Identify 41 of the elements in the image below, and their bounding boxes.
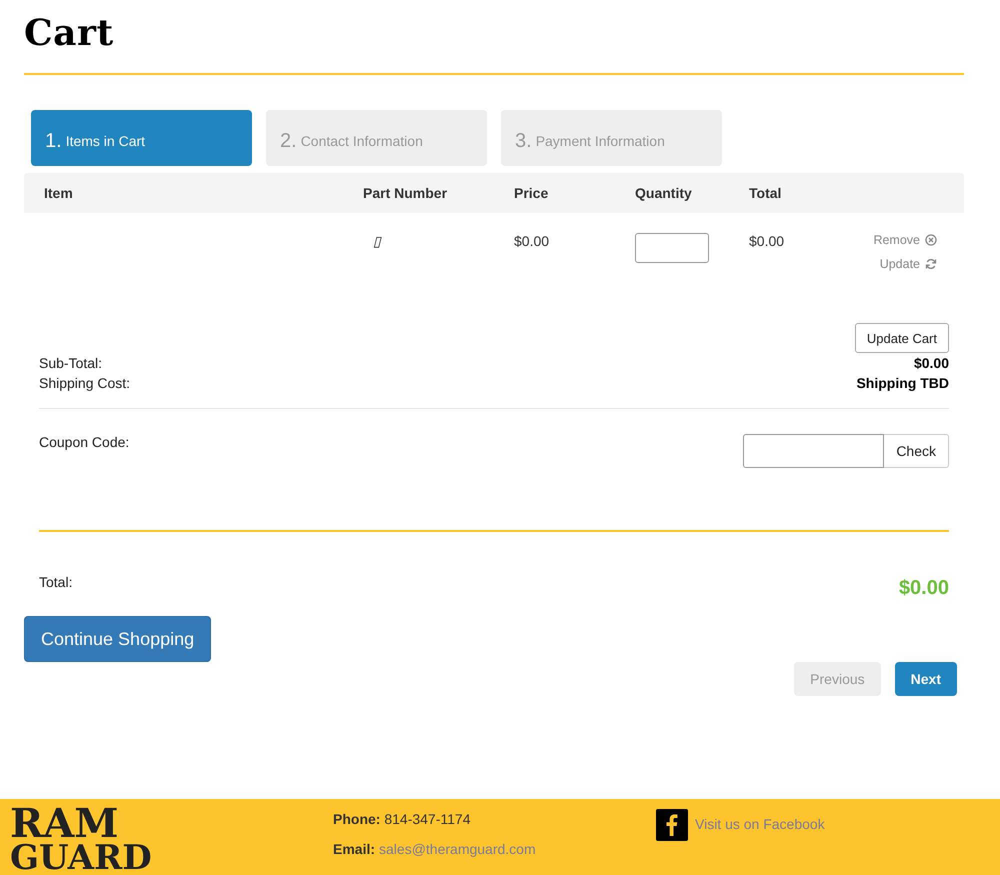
column-header: Quantity [635,185,693,201]
summary-label: Shipping Cost: [39,375,130,391]
column-header: Part Number [363,185,448,201]
step-label: Items in Cart [66,133,146,149]
step-tab[interactable]: 3. Payment Information [501,110,722,166]
part-number: ▯ [372,233,383,251]
coupon-field[interactable] [743,434,884,468]
nav-button[interactable]: Next [894,662,957,696]
continue-shopping-button[interactable]: Continue Shopping [24,616,212,662]
column-header: Item [43,185,74,201]
column-header: Total [748,185,782,201]
update-cart-button[interactable]: Update Cart [854,323,949,353]
summary-label: Sub-Total: [39,355,102,371]
total-value: $0.00 [898,577,949,600]
step-tab[interactable]: 1. Items in Cart [31,110,252,166]
step-label: Payment Information [536,133,665,149]
logo: RAM GUARD [10,799,153,875]
page-title: Cart [24,12,115,54]
summary-value: $0.00 [914,355,949,371]
summary-value: Shipping TBD [856,375,949,391]
column-header: Price [513,185,550,201]
email-link[interactable]: sales@theramguard.com [379,841,536,857]
facebook-icon[interactable] [656,809,688,841]
phone-text: Phone: 814-347-1174 [333,811,472,829]
step-number: 3. [515,130,532,152]
quantity-field[interactable] [635,233,709,263]
step-label: Contact Information [300,133,423,149]
total-cell-text: $0.00 [748,233,786,251]
total-label: Total: [39,574,72,590]
price-cell-text: $0.00 [513,233,550,251]
coupon-label: Coupon Code: [39,434,130,450]
refresh-icon [925,258,937,270]
step-number: 2. [280,130,297,152]
check-button[interactable]: Check [884,434,949,468]
step-number: 1. [45,130,62,152]
row-action-link[interactable]: Update [880,257,937,271]
step-tab[interactable]: 2. Contact Information [266,110,487,166]
email-label: Email: [333,841,376,857]
remove-icon [925,234,937,246]
row-action-link[interactable]: Remove [873,233,937,247]
facebook-link[interactable]: Visit us on Facebook [695,816,825,832]
